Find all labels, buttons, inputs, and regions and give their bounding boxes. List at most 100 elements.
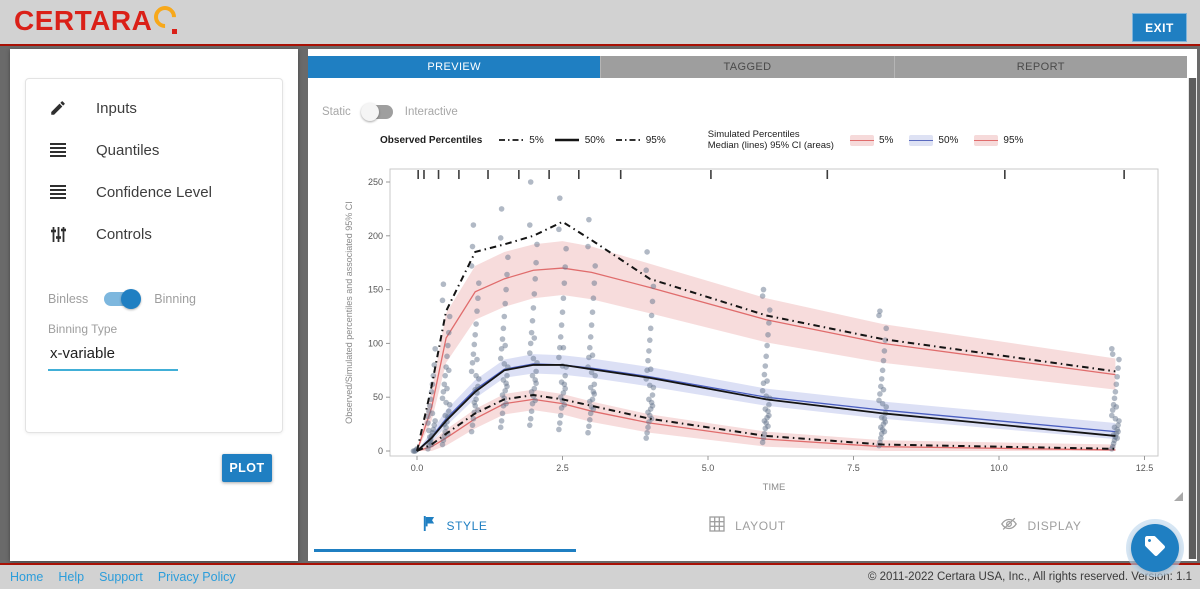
logo-halo-icon [150,1,181,32]
binning-toggle[interactable] [104,292,138,306]
legend-item-simulated: 50% [909,135,958,146]
logo-text: CERTARA [14,5,152,37]
sidebar-menu-card: Inputs Quantiles Confidence Level Contro… [25,78,283,433]
layout-grid-icon [709,516,725,537]
footer-link-privacy-policy[interactable]: Privacy Policy [158,570,236,584]
footer-link-home[interactable]: Home [10,570,43,584]
static-interactive-toggle-row: Static Interactive [322,105,458,119]
sidebar-item-label: Confidence Level [96,184,212,201]
sidebar-item-label: Controls [96,226,152,243]
legend-line-sample [615,135,641,145]
bottom-tab-label: DISPLAY [1028,519,1082,533]
pencil-icon [48,99,68,117]
legend-observed-title: Observed Percentiles [380,135,482,146]
legend-item-observed: 95% [615,135,666,146]
x-tick-label: 10.0 [990,463,1008,473]
legend-item-observed: 5% [498,135,543,146]
legend-band-swatch [909,135,933,146]
legend-line-sample [554,135,580,145]
legend-item-label: 5% [879,135,893,146]
chart-resize-grip[interactable] [1174,492,1183,501]
exit-button[interactable]: EXIT [1132,13,1187,42]
vpc-plot-svg: 0501001502002500.02.55.07.510.012.5TIMEO… [338,157,1183,502]
sidebar-item-label: Inputs [96,100,137,117]
plot-button[interactable]: PLOT [222,454,272,482]
tab-layout[interactable]: LAYOUT [601,513,894,539]
legend-simulated-title: Simulated Percentiles Median (lines) 95%… [708,129,834,152]
legend-item-label: 50% [585,135,605,146]
tag-icon [1143,534,1167,563]
legend-observed-items: 5% 50% 95% [488,135,665,146]
bottom-tab-bar: STYLE LAYOUT DISPLAY [308,513,1187,539]
y-tick-label: 100 [368,338,383,348]
y-tick-label: 200 [368,231,383,241]
toggle-knob [121,289,141,309]
x-axis-title: TIME [763,482,786,493]
x-tick-label: 7.5 [847,463,860,473]
footer-links: Home Help Support Privacy Policy [10,565,251,589]
certara-logo: CERTARA [14,5,177,37]
footer-link-help[interactable]: Help [58,570,84,584]
tag-fab-button[interactable] [1131,524,1179,572]
binning-type-select[interactable]: x-variable [48,341,178,371]
tab-style[interactable]: STYLE [308,513,601,539]
legend-item-label: 5% [529,135,543,146]
plot-content [411,170,1125,454]
y-tick-label: 250 [368,177,383,187]
legend-simulated-items: 5% 50% 95% [834,135,1023,146]
list-icon [48,142,68,158]
legend-band-swatch [974,135,998,146]
static-label: Static [322,106,351,118]
scrollbar-thumb[interactable] [1189,78,1196,559]
bottom-tab-label: STYLE [446,519,487,533]
y-tick-label: 150 [368,285,383,295]
legend-band-swatch [850,135,874,146]
top-bar: CERTARA EXIT [0,0,1200,46]
footer-bar: Home Help Support Privacy Policy © 2011-… [0,563,1200,589]
settings-sidebar: Inputs Quantiles Confidence Level Contro… [10,49,298,561]
legend-swatch-line [850,140,874,142]
top-tab-bar: PREVIEW TAGGED REPORT [308,56,1187,78]
sidebar-item-inputs[interactable]: Inputs [26,87,282,129]
tab-report[interactable]: REPORT [894,56,1187,78]
bottom-tab-label: LAYOUT [735,519,786,533]
legend-swatch-line [909,140,933,142]
vertical-scrollbar[interactable] [1188,78,1197,559]
tab-preview[interactable]: PREVIEW [308,56,600,78]
list-icon [48,184,68,200]
binless-binning-toggle-row: Binless Binning [48,292,196,306]
legend-item-simulated: 5% [850,135,893,146]
binless-label: Binless [48,292,88,306]
tab-tagged[interactable]: TAGGED [600,56,893,78]
x-tick-label: 5.0 [702,463,715,473]
chart-legend: Observed Percentiles 5% 50% 95% Simulated … [380,129,1023,152]
legend-item-observed: 50% [554,135,605,146]
legend-item-label: 95% [646,135,666,146]
sidebar-item-label: Quantiles [96,142,159,159]
static-interactive-toggle[interactable] [363,105,393,119]
toggle-knob [361,103,379,121]
legend-line-sample [498,135,524,145]
active-tab-underline [314,549,576,552]
sidebar-item-controls[interactable]: Controls [26,213,282,255]
binning-label: Binning [154,292,196,306]
y-axis-title: Observed/Simulated percentiles and assoc… [344,201,354,424]
logo-dot [172,29,177,34]
eye-off-icon [1000,516,1018,537]
sliders-icon [48,226,68,243]
sidebar-item-confidence-level[interactable]: Confidence Level [26,171,282,213]
binning-type-label: Binning Type [48,322,117,336]
legend-item-label: 95% [1003,135,1023,146]
legend-swatch-line [974,140,998,142]
x-tick-label: 12.5 [1136,463,1154,473]
legend-simulated-title-line1: Simulated Percentiles [708,129,800,140]
interactive-label: Interactive [405,106,458,118]
sidebar-item-quantiles[interactable]: Quantiles [26,129,282,171]
legend-item-simulated: 95% [974,135,1023,146]
preview-panel: PREVIEW TAGGED REPORT Static Interactive… [308,49,1197,561]
footer-link-support[interactable]: Support [99,570,143,584]
legend-simulated-title-line2: Median (lines) 95% CI (areas) [708,140,834,151]
sidebar-menu-list: Inputs Quantiles Confidence Level Contro… [26,79,282,255]
y-tick-label: 50 [373,392,383,402]
vpc-chart-area: 0501001502002500.02.55.07.510.012.5TIMEO… [338,157,1183,502]
